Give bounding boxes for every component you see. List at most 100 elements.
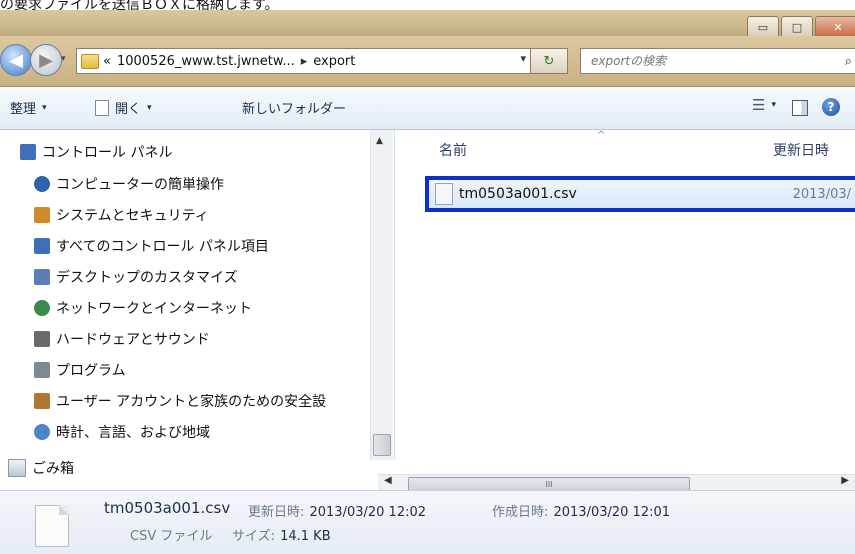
nav-item-system-security[interactable]: システムとセキュリティ (34, 205, 209, 225)
modified-value: 2013/03/20 12:02 (309, 505, 427, 520)
nav-item-all-control-panel[interactable]: すべてのコントロール パネル項目 (34, 236, 269, 256)
nav-item-ease-of-access[interactable]: コンピューターの簡単操作 (34, 174, 224, 194)
instruction-caption: の要求ファイルを送信ＢＯＸに格納します。 (0, 0, 279, 10)
recycle-bin-icon (8, 459, 26, 477)
nav-item-control-panel[interactable]: コントロール パネル (20, 142, 172, 162)
back-button[interactable]: ◀ (0, 44, 32, 76)
nav-item-label: ごみ箱 (32, 461, 74, 477)
printer-icon (34, 331, 50, 347)
organize-button[interactable]: 整理 ▾ (10, 98, 47, 117)
created-label: 作成日時: (492, 505, 549, 520)
sort-ascending-icon: ^ (597, 130, 606, 141)
nav-item-label: ハードウェアとサウンド (56, 332, 210, 348)
details-modified: 更新日時: 2013/03/20 12:02 (248, 501, 426, 520)
file-name: tm0503a001.csv (459, 186, 577, 202)
open-button[interactable]: 開く ▾ (95, 98, 152, 117)
new-folder-button[interactable]: 新しいフォルダー (242, 98, 346, 117)
forward-button[interactable]: ▶ (30, 44, 62, 76)
csv-file-icon (435, 183, 453, 205)
address-bar-area: ◀ ▶ ▾ « 1000526_www.tst.jwnetw... ▸ expo… (0, 36, 855, 87)
details-file-name: tm0503a001.csv (104, 499, 231, 517)
organize-label: 整理 (10, 102, 37, 117)
file-row-selected[interactable]: tm0503a001.csv 2013/03/ (425, 176, 855, 212)
breadcrumb-current[interactable]: export (313, 54, 355, 69)
nav-item-label: 時計、言語、および地域 (56, 425, 210, 441)
monitor-icon (34, 269, 50, 285)
help-button[interactable]: ? (822, 98, 840, 116)
arrow-right-icon: ▶ (39, 49, 53, 71)
window-controls: ▭ □ ✕ (745, 16, 855, 38)
breadcrumb-separator-icon[interactable]: ▸ (301, 54, 308, 69)
column-header-name[interactable]: 名前 (439, 140, 467, 160)
details-size: サイズ: 14.1 KB (232, 525, 331, 544)
command-toolbar: 整理 ▾ 開く ▾ 新しいフォルダー ☰ ▾ ? (0, 87, 855, 130)
scroll-up-icon[interactable]: ▲ (376, 136, 383, 146)
minimize-button[interactable]: ▭ (747, 16, 779, 38)
view-list-icon: ☰ (752, 96, 766, 114)
address-dropdown-icon[interactable]: ▾ (520, 52, 526, 65)
chevron-down-icon: ▾ (147, 102, 152, 113)
preview-pane-icon (792, 100, 808, 116)
navigation-pane: コントロール パネル コンピューターの簡単操作 システムとセキュリティ すべての… (0, 130, 395, 460)
file-modified: 2013/03/ (792, 186, 851, 202)
users-icon (34, 393, 50, 409)
chevron-down-icon: ▾ (42, 102, 47, 113)
ease-of-access-icon (34, 176, 50, 192)
nav-item-programs[interactable]: プログラム (34, 360, 126, 380)
nav-item-label: コントロール パネル (42, 145, 173, 161)
maximize-button[interactable]: □ (781, 16, 813, 38)
scroll-right-icon[interactable]: ▶ (841, 475, 849, 486)
details-created: 作成日時: 2013/03/20 12:01 (492, 501, 670, 520)
window-title-bar: ▭ □ ✕ (0, 10, 855, 38)
refresh-button[interactable]: ↻ (530, 48, 568, 74)
scroll-thumb[interactable] (373, 434, 391, 456)
nav-item-recycle-bin[interactable]: ごみ箱 (8, 458, 74, 478)
details-file-type: CSV ファイル (130, 529, 213, 544)
address-field[interactable]: « 1000526_www.tst.jwnetw... ▸ export ▾ (76, 48, 531, 74)
breadcrumb-overflow[interactable]: « (103, 54, 111, 69)
arrow-left-icon: ◀ (9, 49, 23, 71)
size-value: 14.1 KB (280, 529, 331, 544)
control-panel-icon (20, 144, 36, 160)
nav-item-label: すべてのコントロール パネル項目 (56, 239, 269, 255)
nav-item-label: ユーザー アカウントと家族のための安全設 (56, 394, 327, 410)
nav-item-network[interactable]: ネットワークとインターネット (34, 298, 252, 318)
new-folder-label: 新しいフォルダー (242, 102, 347, 117)
nav-item-user-accounts[interactable]: ユーザー アカウントと家族のための安全設 (34, 391, 326, 411)
scroll-left-icon[interactable]: ◀ (384, 475, 392, 486)
nav-item-clock-language[interactable]: 時計、言語、および地域 (34, 422, 210, 442)
preview-pane-button[interactable] (792, 100, 808, 116)
nav-item-label: プログラム (56, 363, 126, 379)
nav-vertical-scrollbar[interactable]: ▲ (370, 130, 393, 460)
nav-item-hardware-sound[interactable]: ハードウェアとサウンド (34, 329, 210, 349)
open-icon (95, 99, 109, 116)
file-list-pane: 名前 ^ 更新日時 tm0503a001.csv 2013/03/ (395, 130, 855, 460)
change-view-button[interactable]: ☰ ▾ (752, 96, 776, 114)
nav-item-label: デスクトップのカスタマイズ (56, 270, 238, 286)
folder-icon (81, 53, 99, 69)
search-icon[interactable]: ⌕ (845, 54, 852, 69)
csv-file-icon (35, 505, 69, 547)
recent-pages-dropdown[interactable]: ▾ (61, 54, 66, 64)
nav-item-label: コンピューターの簡単操作 (56, 177, 224, 193)
search-box[interactable]: ⌕ (580, 48, 855, 74)
programs-icon (34, 362, 50, 378)
details-pane: tm0503a001.csv 更新日時: 2013/03/20 12:02 作成… (0, 490, 855, 554)
search-input[interactable] (589, 53, 823, 69)
size-label: サイズ: (232, 529, 275, 544)
help-icon: ? (822, 98, 840, 116)
network-icon (34, 300, 50, 316)
chevron-down-icon: ▾ (771, 100, 776, 110)
clock-globe-icon (34, 424, 50, 440)
close-button[interactable]: ✕ (815, 16, 855, 38)
created-value: 2013/03/20 12:01 (553, 505, 671, 520)
open-label: 開く (115, 102, 142, 117)
breadcrumb-parent[interactable]: 1000526_www.tst.jwnetw... (117, 54, 295, 69)
nav-item-label: ネットワークとインターネット (56, 301, 252, 317)
control-panel-icon (34, 238, 50, 254)
shield-icon (34, 207, 50, 223)
nav-item-label: システムとセキュリティ (56, 208, 209, 224)
column-header-modified[interactable]: 更新日時 (773, 140, 829, 160)
nav-item-desktop-customize[interactable]: デスクトップのカスタマイズ (34, 267, 238, 287)
modified-label: 更新日時: (248, 505, 305, 520)
